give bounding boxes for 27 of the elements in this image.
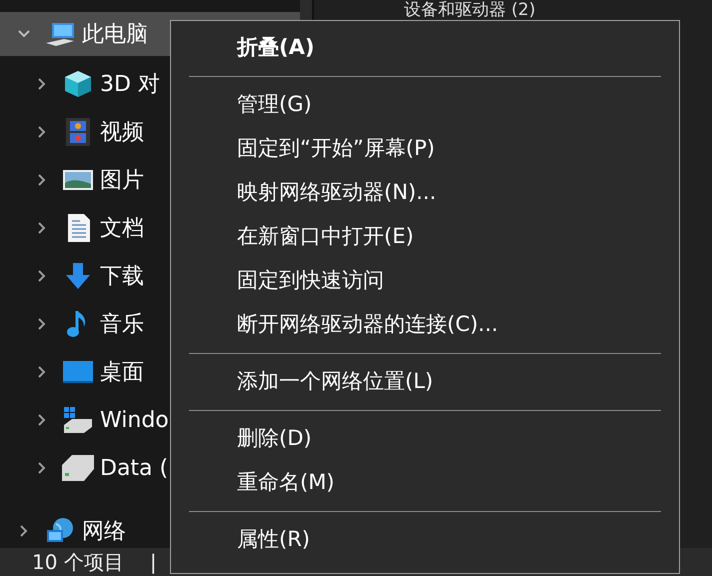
nav-label: 音乐: [100, 310, 144, 338]
group-heading: 设备和驱动器 (2): [404, 0, 536, 20]
menu-item[interactable]: 属性(R): [171, 518, 679, 562]
status-divider: |: [150, 549, 157, 576]
menu-item[interactable]: 固定到快速访问: [171, 259, 679, 303]
nav-label: 桌面: [100, 358, 144, 386]
menu-item[interactable]: 重命名(M): [171, 461, 679, 505]
nav-label: 视频: [100, 118, 144, 146]
menu-item[interactable]: 映射网络驱动器(N)...: [171, 171, 679, 215]
menu-item[interactable]: 在新窗口中打开(E): [171, 215, 679, 259]
nav-label: 下载: [100, 262, 144, 290]
menu-item[interactable]: 添加一个网络位置(L): [171, 360, 679, 404]
drive-icon: [62, 453, 94, 483]
nav-label: 图片: [100, 166, 144, 194]
menu-item[interactable]: 删除(D): [171, 417, 679, 461]
nav-label: Data (: [100, 454, 168, 482]
nav-label: 网络: [82, 518, 126, 546]
cube-icon: [62, 69, 94, 99]
nav-label: Windo: [100, 406, 169, 434]
menu-item[interactable]: 管理(G): [171, 83, 679, 127]
drive-icon: [62, 405, 94, 435]
nav-label: 此电脑: [82, 20, 148, 48]
menu-item[interactable]: 固定到“开始”屏幕(P): [171, 127, 679, 171]
nav-label: 文档: [100, 214, 144, 242]
nav-label: 3D 对: [100, 70, 160, 98]
item-count: 10 个项目: [32, 549, 124, 576]
menu-item[interactable]: 断开网络驱动器的连接(C)...: [171, 303, 679, 347]
